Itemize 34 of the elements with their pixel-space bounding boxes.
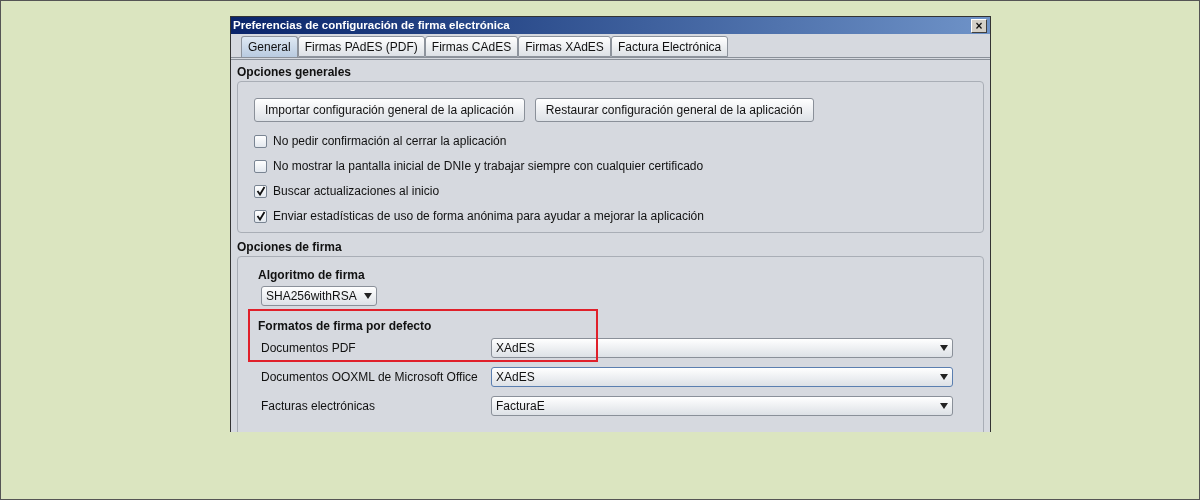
checkbox-label: Buscar actualizaciones al inicio [273, 183, 440, 201]
tab[interactable]: Firmas PAdES (PDF) [297, 36, 425, 58]
checkbox[interactable] [254, 134, 267, 148]
checkbox-label: Enviar estadísticas de uso de forma anónima para ayudar a mejorar la aplicación [273, 208, 704, 226]
checkbox-label: No pedir confirmación al cerrar la aplicación [273, 133, 507, 151]
checkbox[interactable] [254, 184, 267, 198]
dropdown-arrow-icon [940, 374, 948, 381]
action-button[interactable]: Importar configuración general de la aplicación [254, 98, 525, 123]
tab[interactable]: Firmas CAdES [424, 36, 519, 58]
checkmark-icon [255, 211, 266, 222]
action-button[interactable]: Restaurar configuración general de la aplicación [534, 98, 814, 123]
format-dropdown[interactable]: XAdES [491, 367, 953, 388]
dropdown-arrow-icon [364, 293, 372, 300]
format-dropdown[interactable]: XAdES [491, 338, 953, 359]
checkbox-label: No mostrar la pantalla inicial de DNIe y trabajar siempre con cualquier certificado [273, 158, 704, 176]
field-label: Formatos de firma por defecto [258, 318, 433, 335]
section-title: Opciones de firma [237, 239, 343, 256]
dropdown-arrow-icon [940, 403, 948, 410]
tab[interactable]: Firmas XAdES [518, 36, 611, 58]
field-label: Documentos OOXML de Microsoft Office [260, 369, 479, 387]
algorithm-dropdown[interactable]: SHA256withRSA [261, 286, 377, 307]
format-dropdown[interactable]: FacturaE [491, 396, 953, 417]
tab[interactable]: Factura Electrónica [610, 36, 729, 58]
field-label: Facturas electrónicas [260, 398, 377, 416]
checkbox[interactable] [254, 209, 267, 223]
field-label: Algoritmo de firma [258, 267, 366, 284]
close-button[interactable]: × [971, 18, 987, 33]
section-title: Opciones generales [237, 64, 353, 81]
window-title: Preferencias de configuración de firma electrónica [233, 18, 510, 33]
dropdown-arrow-icon [940, 345, 948, 352]
checkmark-icon [255, 186, 266, 197]
field-label: Documentos PDF [260, 340, 357, 358]
checkbox[interactable] [254, 159, 267, 173]
tab[interactable]: General [241, 36, 298, 58]
